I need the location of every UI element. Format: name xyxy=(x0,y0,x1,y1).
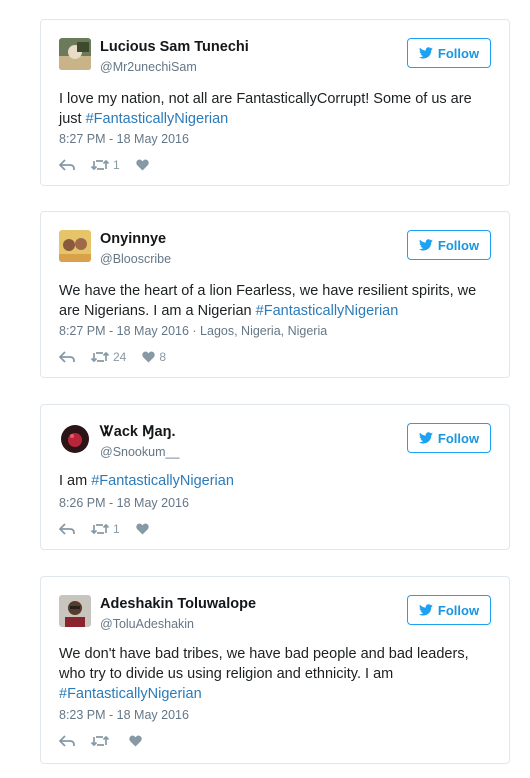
follow-button[interactable]: Follow xyxy=(407,38,491,68)
retweet-button[interactable]: 1 xyxy=(91,522,120,536)
like-button[interactable] xyxy=(129,735,146,747)
reply-icon xyxy=(59,351,75,363)
twitter-bird-icon xyxy=(418,432,433,444)
reply-icon xyxy=(59,523,75,535)
heart-icon xyxy=(142,351,156,363)
tweet-text: I am #FantasticallyNigerian xyxy=(59,471,489,491)
heart-icon xyxy=(129,735,142,747)
retweet-count: 1 xyxy=(113,522,120,536)
tweet-card: Ꮤack Ɱaŋ. @Snookum__ Follow I am #Fantas… xyxy=(40,404,510,550)
user-handle[interactable]: @Snookum__ xyxy=(100,445,179,459)
follow-label: Follow xyxy=(437,602,480,618)
display-name[interactable]: Ꮤack Ɱaŋ. xyxy=(100,424,176,440)
retweet-icon xyxy=(91,351,109,363)
tweet-card: Onyinnye @Blooscribe Follow We have the … xyxy=(40,211,510,378)
heart-icon xyxy=(135,159,149,171)
reply-icon xyxy=(59,159,75,171)
follow-label: Follow xyxy=(437,237,480,253)
hashtag-link[interactable]: #FantasticallyNigerian xyxy=(256,303,399,319)
tweet-card: Lucious Sam Tunechi @Mr2unechiSam Follow… xyxy=(40,19,510,186)
tweet-timestamp[interactable]: 8:26 PM - 18 May 2016 xyxy=(59,496,189,510)
tweet-actions: 1 xyxy=(59,157,169,173)
follow-button[interactable]: Follow xyxy=(407,595,491,625)
tweet-body: We don't have bad tribes, we have bad pe… xyxy=(59,646,469,682)
like-button[interactable]: 8 xyxy=(142,350,166,364)
tweet-timestamp[interactable]: 8:27 PM - 18 May 2016 xyxy=(59,132,189,146)
retweet-count: 24 xyxy=(113,350,127,364)
reply-button[interactable] xyxy=(59,351,75,363)
tweet-timestamp[interactable]: 8:23 PM - 18 May 2016 xyxy=(59,708,189,722)
follow-label: Follow xyxy=(437,45,480,61)
like-button[interactable] xyxy=(135,159,153,171)
reply-icon xyxy=(59,735,75,747)
tweet-text: I love my nation, not all are Fantastica… xyxy=(59,89,489,129)
tweet-card: Adeshakin Toluwalope @ToluAdeshakin Foll… xyxy=(40,576,510,764)
avatar[interactable] xyxy=(59,595,91,627)
hashtag-link[interactable]: #FantasticallyNigerian xyxy=(86,111,229,127)
heart-icon xyxy=(135,523,149,535)
tweet-actions: 1 xyxy=(59,521,169,537)
tweet-actions: 24 8 xyxy=(59,349,182,365)
avatar[interactable] xyxy=(59,423,91,455)
twitter-bird-icon xyxy=(418,239,433,251)
retweet-icon xyxy=(91,159,109,171)
tweet-text: We have the heart of a lion Fearless, we… xyxy=(59,281,489,321)
user-handle[interactable]: @ToluAdeshakin xyxy=(100,617,194,631)
retweet-count: 1 xyxy=(113,158,120,172)
hashtag-link[interactable]: #FantasticallyNigerian xyxy=(91,473,234,489)
twitter-bird-icon xyxy=(418,47,433,59)
follow-label: Follow xyxy=(437,430,480,446)
twitter-bird-icon xyxy=(418,604,433,616)
retweet-button[interactable] xyxy=(91,735,113,747)
retweet-icon xyxy=(91,735,109,747)
follow-button[interactable]: Follow xyxy=(407,230,491,260)
avatar[interactable] xyxy=(59,230,91,262)
retweet-icon xyxy=(91,523,109,535)
tweet-text: We don't have bad tribes, we have bad pe… xyxy=(59,644,489,704)
reply-button[interactable] xyxy=(59,523,75,535)
retweet-button[interactable]: 24 xyxy=(91,350,126,364)
display-name[interactable]: Onyinnye xyxy=(100,231,166,247)
tweet-timestamp[interactable]: 8:27 PM - 18 May 2016 · Lagos, Nigeria, … xyxy=(59,324,327,338)
tweet-actions xyxy=(59,733,162,749)
reply-button[interactable] xyxy=(59,159,75,171)
reply-button[interactable] xyxy=(59,735,75,747)
tweet-body: I am xyxy=(59,473,92,489)
display-name[interactable]: Lucious Sam Tunechi xyxy=(100,39,249,55)
like-count: 8 xyxy=(159,350,167,364)
avatar[interactable] xyxy=(59,38,91,70)
display-name[interactable]: Adeshakin Toluwalope xyxy=(100,596,256,612)
user-handle[interactable]: @Mr2unechiSam xyxy=(100,60,197,74)
follow-button[interactable]: Follow xyxy=(407,423,491,453)
like-button[interactable] xyxy=(135,523,153,535)
retweet-button[interactable]: 1 xyxy=(91,158,120,172)
user-handle[interactable]: @Blooscribe xyxy=(100,252,171,266)
hashtag-link[interactable]: #FantasticallyNigerian xyxy=(59,686,202,702)
